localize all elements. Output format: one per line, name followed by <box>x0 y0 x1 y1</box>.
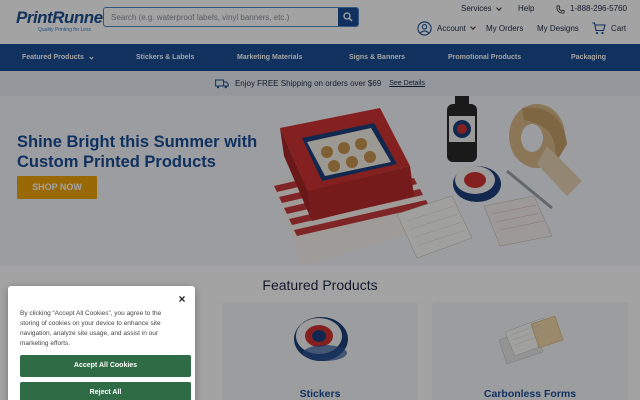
accept-all-cookies-button[interactable]: Accept All Cookies <box>20 355 191 377</box>
reject-all-button[interactable]: Reject All <box>20 382 191 400</box>
close-icon[interactable]: × <box>177 293 187 305</box>
cookie-consent-dialog: × By clicking “Accept All Cookies”, you … <box>8 286 195 400</box>
cookie-consent-text: By clicking “Accept All Cookies”, you ag… <box>20 310 162 347</box>
